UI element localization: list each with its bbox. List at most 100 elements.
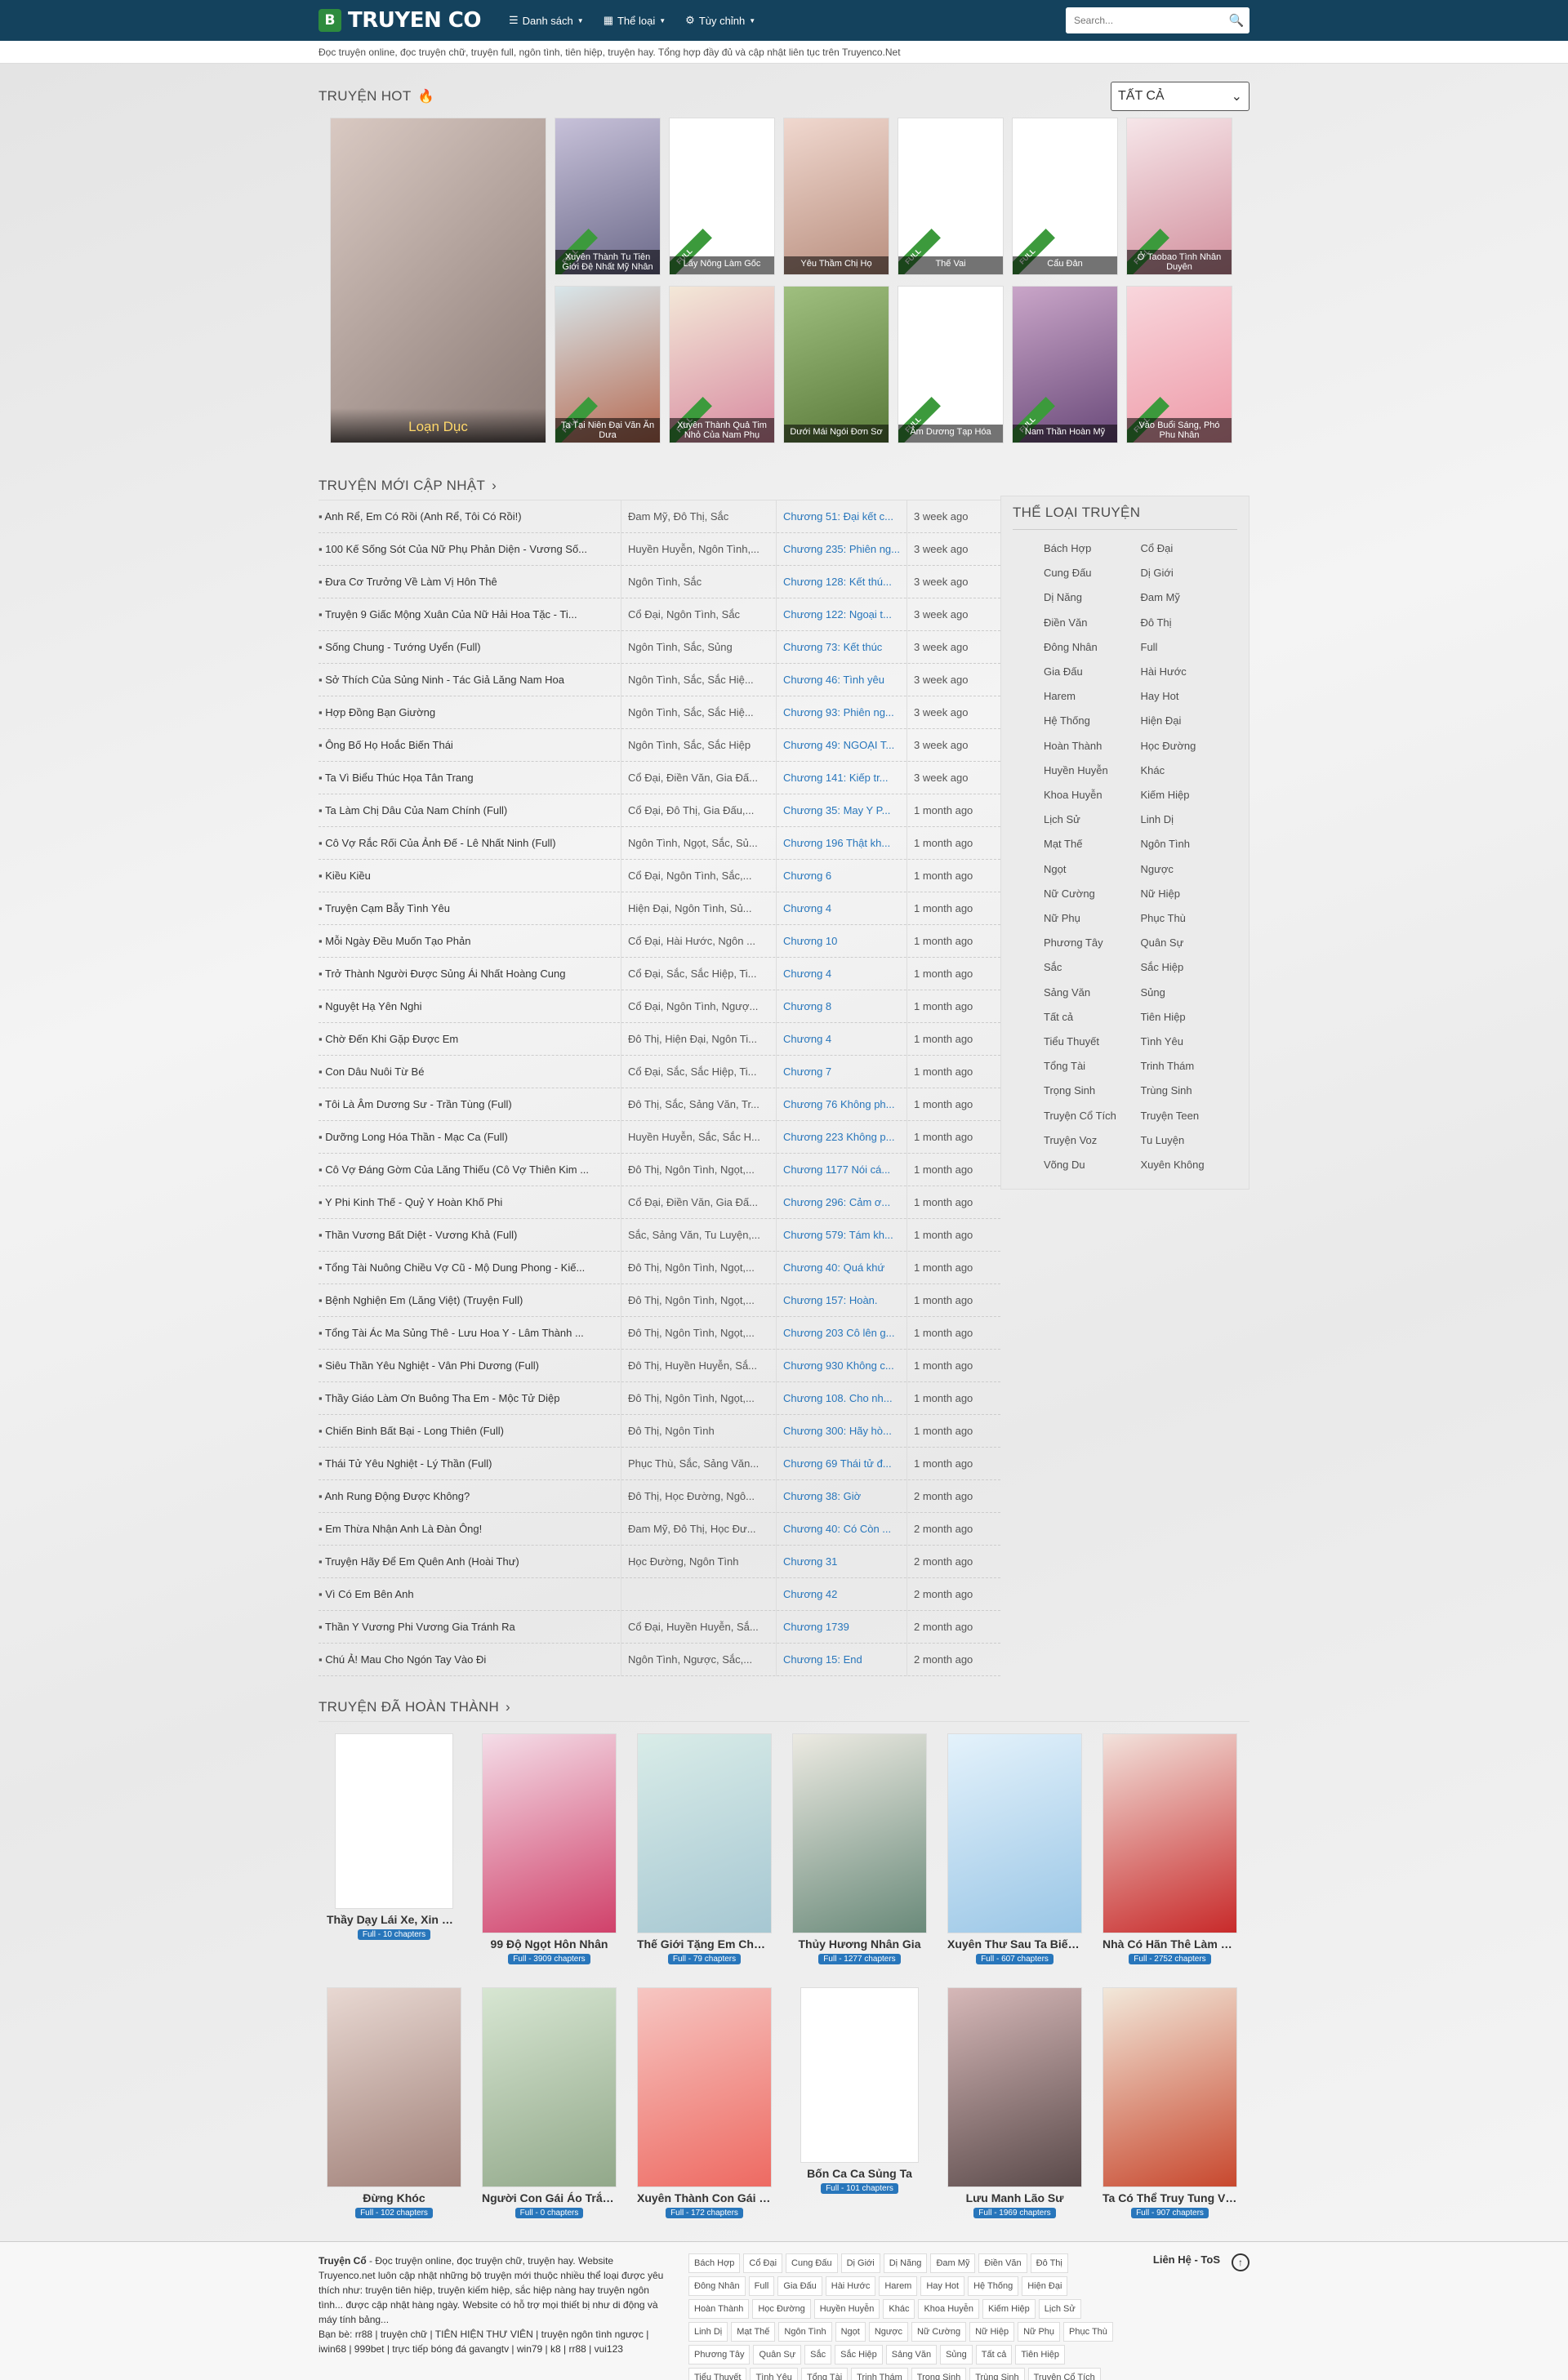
genre-link[interactable]: Dị Giới bbox=[1141, 561, 1238, 585]
footer-genre-tag[interactable]: Sắc Hiệp bbox=[835, 2345, 883, 2364]
story-chapter-link[interactable]: Chương 6 bbox=[776, 860, 906, 892]
story-title-link[interactable]: Mỗi Ngày Đều Muốn Tạo Phản bbox=[318, 925, 621, 958]
footer-genre-tag[interactable]: Hiện Đại bbox=[1022, 2276, 1068, 2296]
completed-cover[interactable] bbox=[482, 1733, 617, 1933]
hot-item[interactable]: FULLTa Tại Niên Đại Văn Ăn Dưa bbox=[555, 286, 661, 443]
footer-genre-tag[interactable]: Nữ Phụ bbox=[1018, 2322, 1061, 2342]
story-chapter-link[interactable]: Chương 579: Tám kh... bbox=[776, 1219, 906, 1252]
story-title-link[interactable]: Chờ Đến Khi Gặp Được Em bbox=[318, 1023, 621, 1056]
footer-genre-tag[interactable]: Ngược bbox=[868, 2322, 908, 2342]
completed-title[interactable]: Đừng Khóc bbox=[327, 2191, 461, 2204]
story-title-link[interactable]: Truyện Cạm Bẫy Tình Yêu bbox=[318, 892, 621, 925]
genre-link[interactable]: Đô Thị bbox=[1141, 611, 1238, 635]
completed-title[interactable]: Xuyên Thành Con Gái Của ... bbox=[637, 2191, 772, 2204]
footer-genre-tag[interactable]: Đô Thị bbox=[1030, 2253, 1068, 2273]
genre-link[interactable]: Đam Mỹ bbox=[1141, 585, 1238, 610]
genre-link[interactable]: Sắc Hiệp bbox=[1141, 955, 1238, 980]
genre-link[interactable]: Nữ Cường bbox=[1044, 882, 1141, 906]
hot-item-featured[interactable]: Loạn Dục bbox=[330, 118, 546, 443]
genre-link[interactable]: Cổ Đại bbox=[1141, 536, 1238, 561]
genre-link[interactable]: Nữ Hiệp bbox=[1141, 882, 1238, 906]
story-chapter-link[interactable]: Chương 296: Cảm ơ... bbox=[776, 1186, 906, 1219]
genre-link[interactable]: Sủng bbox=[1141, 981, 1238, 1005]
footer-genre-tag[interactable]: Phương Tây bbox=[688, 2345, 751, 2364]
hot-item[interactable]: FULLLấy Nông Làm Gốc bbox=[669, 118, 775, 275]
completed-item[interactable]: Xuyên Thành Con Gái Của ... Full - 172 ch… bbox=[637, 1987, 772, 2218]
hot-item[interactable]: FULLXuyên Thành Quả Tim Nhỏ Của Nam Phụ bbox=[669, 286, 775, 443]
completed-cover[interactable] bbox=[335, 1733, 453, 1909]
story-chapter-link[interactable]: Chương 203 Cô lên g... bbox=[776, 1317, 906, 1350]
footer-genre-tag[interactable]: Trọng Sinh bbox=[911, 2368, 967, 2380]
genre-link[interactable]: Sắc bbox=[1044, 955, 1141, 980]
story-title-link[interactable]: Tổng Tài Nuông Chiều Vợ Cũ - Mộ Dung Pho… bbox=[318, 1252, 621, 1284]
genre-link[interactable]: Điền Văn bbox=[1044, 611, 1141, 635]
story-chapter-link[interactable]: Chương 40: Có Còn ... bbox=[776, 1513, 906, 1546]
genre-link[interactable]: Tiên Hiệp bbox=[1141, 1005, 1238, 1030]
completed-cover[interactable] bbox=[1102, 1733, 1237, 1933]
site-logo[interactable]: B TRUYEN CO bbox=[318, 8, 481, 33]
footer-genre-tag[interactable]: Bách Hợp bbox=[688, 2253, 741, 2273]
story-chapter-link[interactable]: Chương 10 bbox=[776, 925, 906, 958]
footer-genre-tag[interactable]: Tình Yêu bbox=[750, 2368, 798, 2380]
genre-link[interactable]: Huyền Huyễn bbox=[1044, 758, 1141, 783]
hot-item[interactable]: FULLThế Vai bbox=[898, 118, 1004, 275]
genre-link[interactable]: Ngược bbox=[1141, 857, 1238, 882]
story-chapter-link[interactable]: Chương 196 Thật kh... bbox=[776, 827, 906, 860]
footer-genre-tag[interactable]: Hay Hot bbox=[920, 2276, 965, 2296]
story-title-link[interactable]: Thái Tử Yêu Nghiệt - Lý Thần (Full) bbox=[318, 1448, 621, 1480]
story-chapter-link[interactable]: Chương 1739 bbox=[776, 1611, 906, 1644]
story-title-link[interactable]: Nguyệt Hạ Yên Nghi bbox=[318, 990, 621, 1023]
genre-link[interactable]: Phục Thù bbox=[1141, 906, 1238, 931]
footer-brand[interactable]: Truyện Cổ bbox=[318, 2255, 367, 2267]
genre-link[interactable]: Mạt Thế bbox=[1044, 832, 1141, 856]
footer-genre-tag[interactable]: Trinh Thám bbox=[851, 2368, 908, 2380]
genre-link[interactable]: Hoàn Thành bbox=[1044, 734, 1141, 758]
completed-item[interactable]: Lưu Manh Lão Sư Full - 1969 chapters bbox=[947, 1987, 1082, 2218]
story-chapter-link[interactable]: Chương 1177 Nói cá... bbox=[776, 1154, 906, 1186]
footer-genre-tag[interactable]: Gia Đấu bbox=[777, 2276, 822, 2296]
footer-genre-tag[interactable]: Mạt Thế bbox=[731, 2322, 776, 2342]
story-title-link[interactable]: Trở Thành Người Được Sủng Ái Nhất Hoàng … bbox=[318, 958, 621, 990]
completed-item[interactable]: Thế Giới Tặng Em Cho Anh Full - 79 chapte… bbox=[637, 1733, 772, 1964]
story-chapter-link[interactable]: Chương 15: End bbox=[776, 1644, 906, 1676]
genre-link[interactable]: Tu Luyện bbox=[1141, 1128, 1238, 1153]
genre-link[interactable]: Truyện Teen bbox=[1141, 1104, 1238, 1128]
footer-genre-tag[interactable]: Huyền Huyễn bbox=[813, 2299, 880, 2319]
completed-cover[interactable] bbox=[637, 1987, 772, 2187]
story-chapter-link[interactable]: Chương 51: Đại kết c... bbox=[776, 500, 906, 533]
genre-link[interactable]: Quân Sự bbox=[1141, 931, 1238, 955]
story-title-link[interactable]: 100 Kế Sống Sót Của Nữ Phụ Phản Diện - V… bbox=[318, 533, 621, 566]
story-title-link[interactable]: Thần Y Vương Phi Vương Gia Tránh Ra bbox=[318, 1611, 621, 1644]
footer-genre-tag[interactable]: Trùng Sinh bbox=[969, 2368, 1025, 2380]
completed-title[interactable]: Lưu Manh Lão Sư bbox=[947, 2191, 1082, 2204]
story-title-link[interactable]: Truyện 9 Giấc Mộng Xuân Của Nữ Hải Hoa T… bbox=[318, 598, 621, 631]
story-chapter-link[interactable]: Chương 223 Không p... bbox=[776, 1121, 906, 1154]
genre-link[interactable]: Gia Đấu bbox=[1044, 660, 1141, 684]
story-title-link[interactable]: Ta Làm Chị Dâu Của Nam Chính (Full) bbox=[318, 794, 621, 827]
completed-title[interactable]: Thầy Dạy Lái Xe, Xin Giúp ... bbox=[327, 1913, 461, 1926]
genre-link[interactable]: Ngọt bbox=[1044, 857, 1141, 882]
search-button[interactable]: 🔍 bbox=[1223, 7, 1250, 33]
footer-genre-tag[interactable]: Cổ Đại bbox=[743, 2253, 783, 2273]
completed-item[interactable]: Thủy Hương Nhân Gia Full - 1277 chapters bbox=[792, 1733, 927, 1964]
footer-genre-tag[interactable]: Đông Nhân bbox=[688, 2276, 746, 2296]
genre-link[interactable]: Ngôn Tình bbox=[1141, 832, 1238, 856]
completed-cover[interactable] bbox=[947, 1733, 1082, 1933]
footer-genre-tag[interactable]: Kiếm Hiệp bbox=[982, 2299, 1036, 2319]
story-chapter-link[interactable]: Chương 4 bbox=[776, 1023, 906, 1056]
completed-cover[interactable] bbox=[637, 1733, 772, 1933]
story-chapter-link[interactable]: Chương 4 bbox=[776, 892, 906, 925]
genre-link[interactable]: Hay Hot bbox=[1141, 684, 1238, 709]
search-input[interactable] bbox=[1066, 7, 1223, 33]
back-to-top-icon[interactable]: ↑ bbox=[1232, 2253, 1250, 2271]
genre-link[interactable]: Truyện Voz bbox=[1044, 1128, 1141, 1153]
footer-genre-tag[interactable]: Full bbox=[748, 2276, 775, 2296]
completed-item[interactable]: Ta Có Thể Truy Tung Vạn ... Full - 907 ch… bbox=[1102, 1987, 1237, 2218]
genre-link[interactable]: Xuyên Không bbox=[1141, 1153, 1238, 1177]
story-title-link[interactable]: Chú Ả! Mau Cho Ngón Tay Vào Đi bbox=[318, 1644, 621, 1676]
story-title-link[interactable]: Vì Có Em Bên Anh bbox=[318, 1578, 621, 1611]
genre-link[interactable]: Tất cả bbox=[1044, 1005, 1141, 1030]
genre-link[interactable]: Học Đường bbox=[1141, 734, 1238, 758]
completed-cover[interactable] bbox=[1102, 1987, 1237, 2187]
story-chapter-link[interactable]: Chương 46: Tình yêu bbox=[776, 664, 906, 696]
